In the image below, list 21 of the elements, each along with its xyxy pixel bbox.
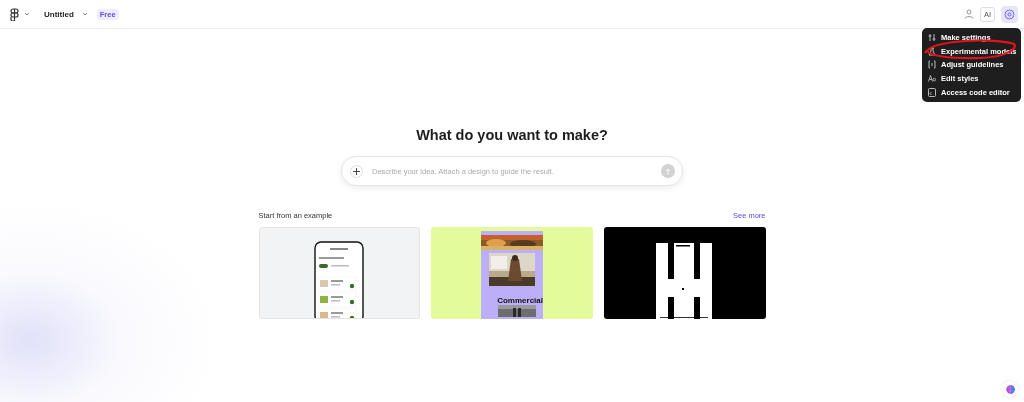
code-icon bbox=[928, 87, 936, 97]
example-card[interactable]: Commercial bbox=[431, 227, 593, 319]
file-name[interactable]: Untitled bbox=[44, 9, 74, 19]
assistant-button[interactable] bbox=[1002, 381, 1018, 397]
arrow-up-icon bbox=[665, 167, 671, 175]
add-button[interactable] bbox=[350, 164, 363, 178]
sliders-icon bbox=[928, 33, 936, 43]
brackets-icon bbox=[928, 60, 936, 70]
page-heading: What do you want to make? bbox=[416, 127, 608, 143]
type-icon bbox=[928, 74, 936, 84]
caret-icon[interactable] bbox=[81, 12, 88, 16]
caret-icon[interactable] bbox=[24, 12, 30, 16]
example-card[interactable] bbox=[258, 227, 421, 319]
people-icon[interactable] bbox=[963, 9, 974, 19]
example-card[interactable] bbox=[603, 227, 766, 319]
flask-icon bbox=[928, 46, 936, 56]
logo-icon[interactable] bbox=[10, 7, 19, 21]
settings-button[interactable] bbox=[1001, 5, 1018, 23]
poster-title: Commercial bbox=[497, 296, 543, 305]
plus-icon bbox=[353, 167, 360, 175]
brain-icon bbox=[1005, 384, 1015, 394]
